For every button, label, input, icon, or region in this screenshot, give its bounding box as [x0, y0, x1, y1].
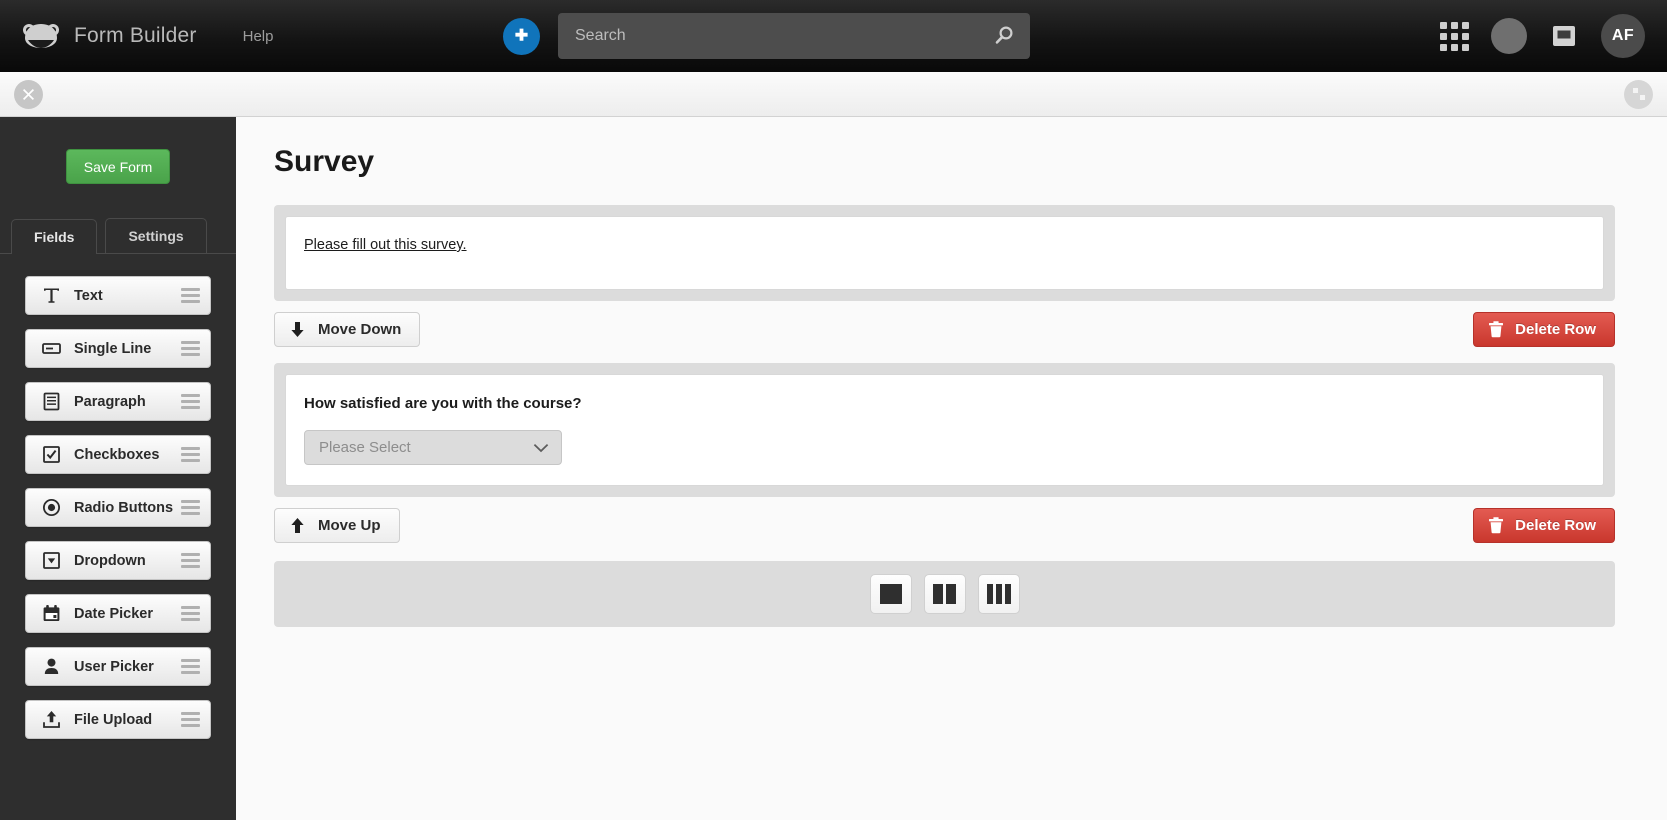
chevron-down-icon [533, 443, 549, 453]
collapse-button[interactable] [1624, 80, 1653, 109]
field-label: Single Line [74, 341, 151, 357]
topbar-center-group [503, 13, 1030, 59]
topbar-right-group: AF [1440, 14, 1645, 58]
field-label: Checkboxes [74, 447, 159, 463]
tab-settings[interactable]: Settings [105, 218, 206, 253]
delete-row-button-2[interactable]: Delete Row [1473, 508, 1615, 543]
drag-handle-icon[interactable] [181, 341, 200, 356]
field-item-single-line[interactable]: Single Line [25, 329, 211, 368]
row-actions-1: Move Down Delete Row [274, 312, 1615, 347]
tab-fields[interactable]: Fields [11, 219, 97, 254]
form-row-text: Please fill out this survey. [274, 205, 1615, 301]
field-item-checkboxes[interactable]: Checkboxes [25, 435, 211, 474]
field-item-user-picker[interactable]: User Picker [25, 647, 211, 686]
form-row-dropdown: How satisfied are you with the course? P… [274, 363, 1615, 497]
one-column-button[interactable] [870, 574, 912, 614]
field-label: File Upload [74, 712, 152, 728]
close-x-icon [21, 87, 36, 102]
field-label: Paragraph [74, 394, 146, 410]
delete-row-label: Delete Row [1515, 321, 1596, 338]
satisfaction-select[interactable]: Please Select [304, 430, 562, 465]
three-column-icon [987, 584, 1011, 604]
field-item-paragraph[interactable]: Paragraph [25, 382, 211, 421]
search-input[interactable] [558, 13, 1030, 59]
move-down-button[interactable]: Move Down [274, 312, 420, 347]
field-item-dropdown[interactable]: Dropdown [25, 541, 211, 580]
delete-row-button-1[interactable]: Delete Row [1473, 312, 1615, 347]
magnifier-icon[interactable] [992, 24, 1016, 48]
collapse-arrows-icon [1631, 86, 1647, 102]
top-navigation-bar: Form Builder Help AF [0, 0, 1667, 72]
sidebar: Save Form Fields Settings Text Single Li… [0, 117, 236, 820]
question-label: How satisfied are you with the course? [304, 395, 1585, 412]
radio-button-icon [40, 498, 62, 517]
field-item-text[interactable]: Text [25, 276, 211, 315]
close-button[interactable] [14, 80, 43, 109]
dropdown-icon [40, 551, 62, 570]
row-content-card[interactable]: Please fill out this survey. [285, 216, 1604, 290]
upload-icon [40, 710, 62, 729]
drag-handle-icon[interactable] [181, 712, 200, 727]
field-palette: Text Single Line Paragraph [0, 254, 236, 739]
secondary-toolbar [0, 72, 1667, 117]
page-body: Save Form Fields Settings Text Single Li… [0, 117, 1667, 820]
trash-icon [1488, 321, 1504, 338]
grid-apps-icon[interactable] [1440, 22, 1469, 51]
drag-handle-icon[interactable] [181, 500, 200, 515]
select-value: Please Select [319, 439, 411, 456]
trash-icon [1488, 517, 1504, 534]
two-column-icon [933, 584, 956, 604]
drag-handle-icon[interactable] [181, 606, 200, 621]
arrow-up-icon [289, 517, 306, 534]
add-new-button[interactable] [503, 18, 540, 55]
paragraph-icon [40, 392, 62, 411]
delete-row-label: Delete Row [1515, 517, 1596, 534]
arrow-down-icon [289, 321, 306, 338]
drag-handle-icon[interactable] [181, 394, 200, 409]
field-item-file-upload[interactable]: File Upload [25, 700, 211, 739]
sidebar-tabs: Fields Settings [0, 218, 236, 254]
frog-logo-icon[interactable] [22, 21, 60, 51]
single-line-icon [40, 339, 62, 358]
page-title: Survey [274, 145, 1615, 179]
checkbox-icon [40, 445, 62, 464]
field-label: Date Picker [74, 606, 153, 622]
field-item-date-picker[interactable]: Date Picker [25, 594, 211, 633]
field-label: Dropdown [74, 553, 146, 569]
user-avatar[interactable]: AF [1601, 14, 1645, 58]
move-down-label: Move Down [318, 321, 401, 338]
user-icon [40, 657, 62, 676]
row-actions-2: Move Up Delete Row [274, 508, 1615, 543]
text-t-icon [40, 286, 62, 305]
field-label: User Picker [74, 659, 154, 675]
two-column-button[interactable] [924, 574, 966, 614]
move-up-button[interactable]: Move Up [274, 508, 400, 543]
gray-circle-icon[interactable] [1491, 18, 1527, 54]
form-canvas: Survey Please fill out this survey. Move… [236, 117, 1667, 820]
search-box[interactable] [558, 13, 1030, 59]
plus-icon [512, 27, 531, 46]
drag-handle-icon[interactable] [181, 447, 200, 462]
drag-handle-icon[interactable] [181, 659, 200, 674]
drag-handle-icon[interactable] [181, 553, 200, 568]
field-label: Text [74, 288, 103, 304]
nav-link-help[interactable]: Help [243, 28, 274, 45]
one-column-icon [880, 584, 902, 604]
field-item-radio-buttons[interactable]: Radio Buttons [25, 488, 211, 527]
add-row-layout-selector [274, 561, 1615, 627]
row-content-card[interactable]: How satisfied are you with the course? P… [285, 374, 1604, 486]
row-text-content[interactable]: Please fill out this survey. [304, 237, 1585, 253]
save-form-button[interactable]: Save Form [66, 149, 170, 184]
move-up-label: Move Up [318, 517, 381, 534]
drag-handle-icon[interactable] [181, 288, 200, 303]
brand-title[interactable]: Form Builder [74, 24, 197, 48]
field-label: Radio Buttons [74, 500, 173, 516]
inbox-tray-icon[interactable] [1549, 21, 1579, 51]
calendar-icon [40, 604, 62, 623]
three-column-button[interactable] [978, 574, 1020, 614]
